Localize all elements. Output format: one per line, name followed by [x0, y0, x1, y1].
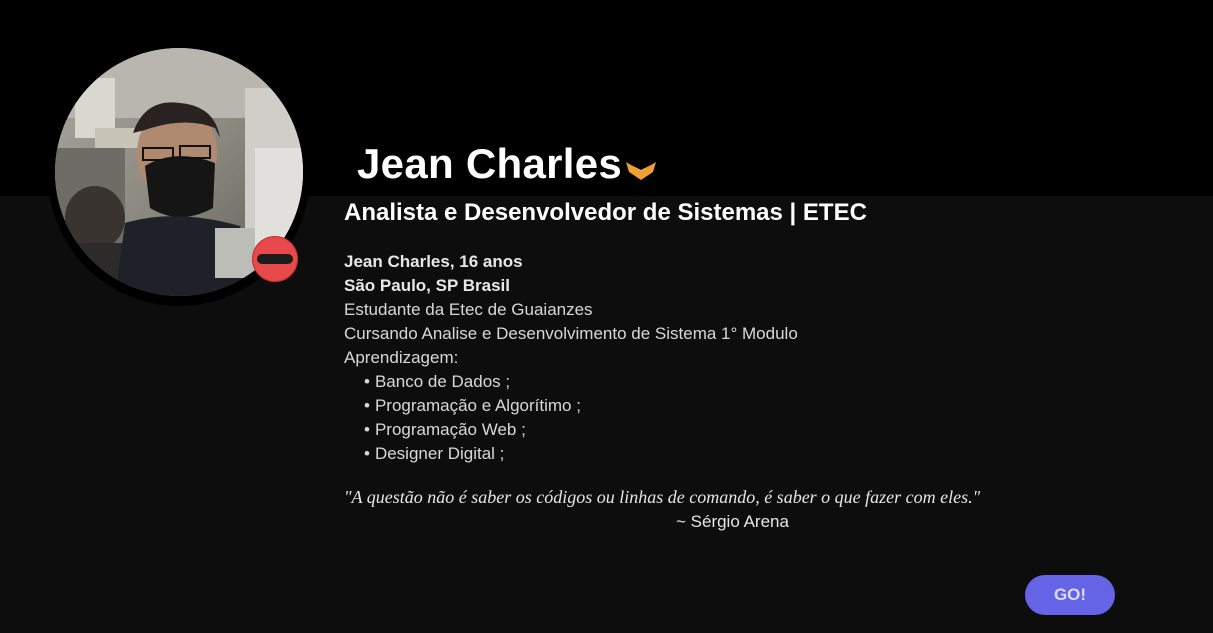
bio-school: Estudante da Etec de Guaianzes — [344, 300, 593, 319]
learning-list: Banco de Dados ; Programação e Algorítim… — [344, 370, 798, 466]
status-badge-bar — [257, 254, 293, 264]
quote-text: "A questão não é saber os códigos ou lin… — [344, 487, 981, 507]
chevron-badge-icon — [626, 162, 656, 180]
profile-role: Analista e Desenvolvedor de Sistemas | E… — [344, 199, 867, 226]
list-item: Programação e Algorítimo ; — [364, 394, 798, 418]
profile-name: Jean Charles — [357, 140, 623, 187]
list-item: Banco de Dados ; — [364, 370, 798, 394]
bio-learning-label: Aprendizagem: — [344, 348, 459, 367]
bio-age: Jean Charles, 16 anos — [344, 252, 523, 271]
go-button[interactable]: GO! — [1025, 575, 1115, 615]
bio-course: Cursando Analise e Desenvolvimento de Si… — [344, 324, 798, 343]
bio: Jean Charles, 16 anos São Paulo, SP Bras… — [344, 250, 798, 466]
list-item: Programação Web ; — [364, 418, 798, 442]
list-item: Designer Digital ; — [364, 442, 798, 466]
bio-location: São Paulo, SP Brasil — [344, 276, 510, 295]
quote-author: ~ Sérgio Arena — [676, 512, 789, 531]
do-not-disturb-icon — [252, 236, 298, 282]
